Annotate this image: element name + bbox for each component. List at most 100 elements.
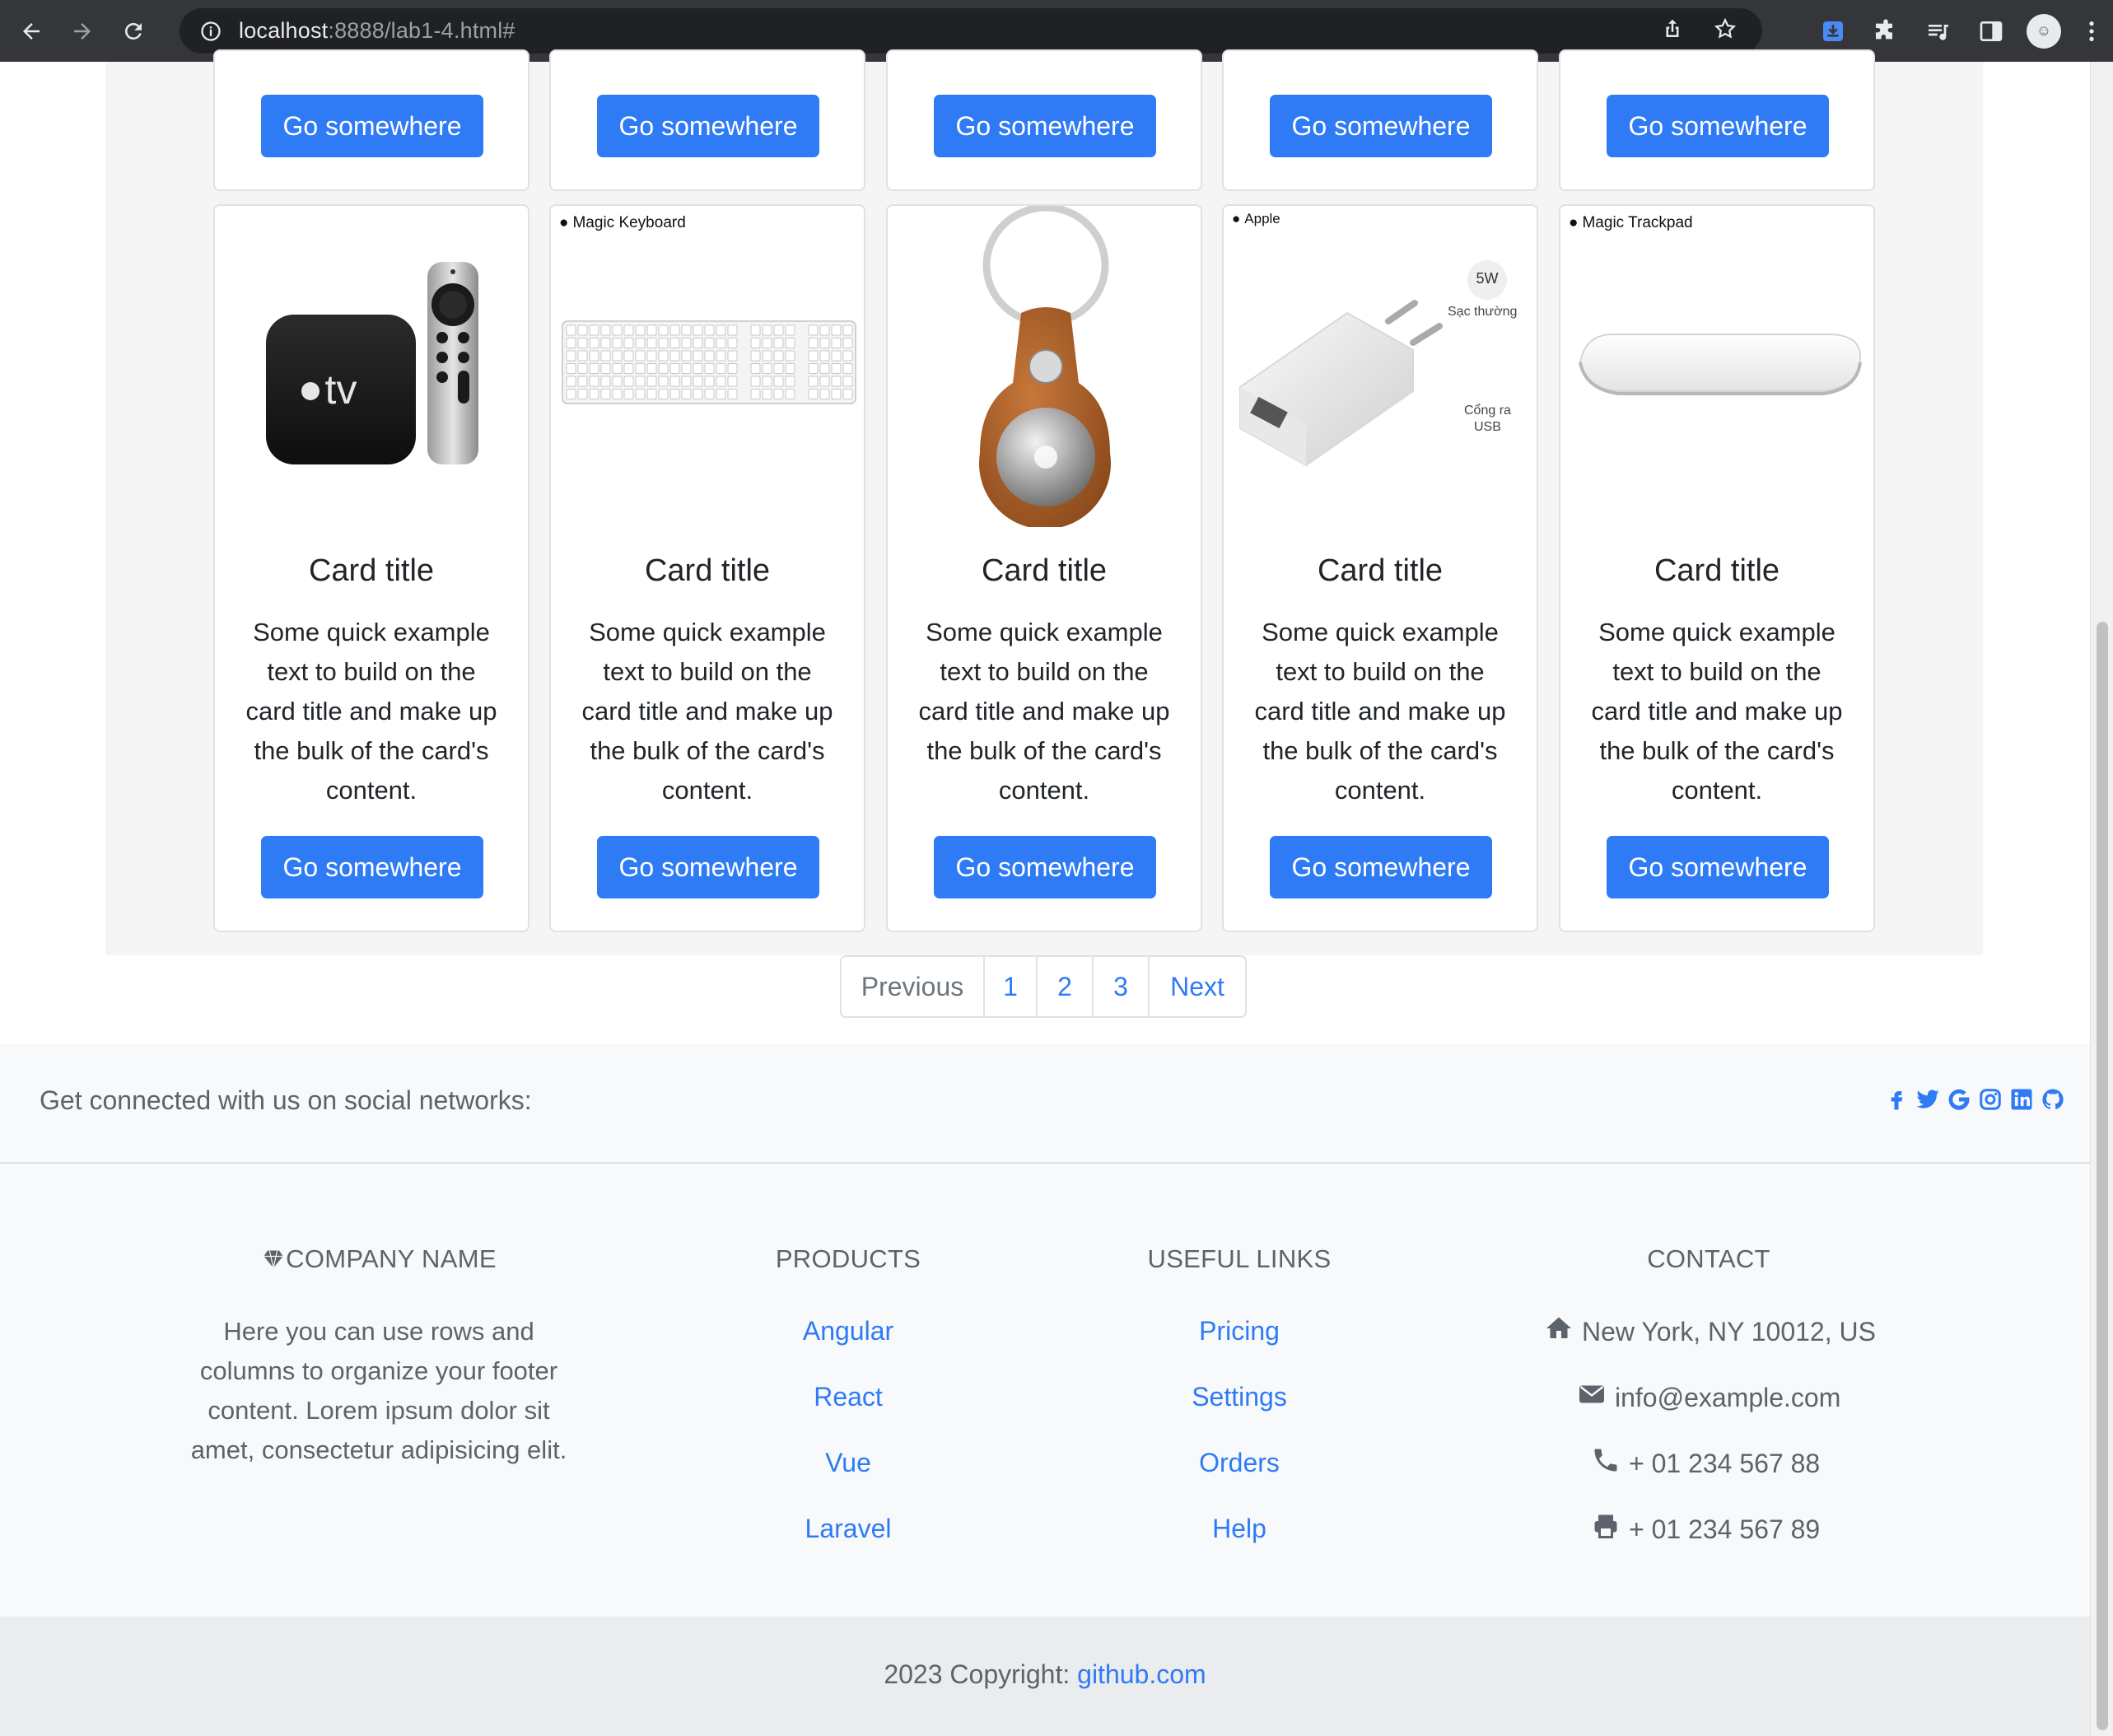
profile-avatar[interactable]: ☺ — [2017, 0, 2070, 62]
pagination-page-1[interactable]: 1 — [985, 957, 1038, 1016]
card-title: Card title — [1317, 553, 1444, 588]
go-somewhere-button[interactable]: Go somewhere — [934, 95, 1156, 157]
contact-heading: CONTACT — [1647, 1244, 1770, 1273]
card-title: Card title — [981, 553, 1108, 588]
facebook-icon[interactable] — [1884, 1084, 1909, 1115]
forward-icon[interactable] — [61, 10, 104, 53]
footer-link-angular[interactable]: Angular — [725, 1316, 972, 1346]
card-text: Some quick example text to build on the … — [245, 618, 497, 805]
info-icon[interactable] — [199, 20, 222, 43]
footer-link-settings[interactable]: Settings — [1116, 1382, 1363, 1412]
menu-icon[interactable] — [2070, 0, 2113, 62]
footer-link-laravel[interactable]: Laravel — [725, 1514, 972, 1544]
card-magic-keyboard: ● Magic Keyboard Card title Some quick ex… — [549, 204, 865, 932]
copyright-text: 2023 Copyright: github.com — [884, 1659, 1206, 1689]
card-usb-charger: 5W Sạc thường Cổng ra USB ● Apple Card ti… — [1222, 204, 1538, 932]
go-somewhere-button[interactable]: Go somewhere — [934, 836, 1156, 898]
phone-icon — [1591, 1445, 1621, 1482]
pagination-page-2[interactable]: 2 — [1038, 957, 1094, 1016]
go-somewhere-button[interactable]: Go somewhere — [597, 95, 819, 157]
go-somewhere-button[interactable]: Go somewhere — [597, 836, 819, 898]
side-panel-icon[interactable] — [1965, 0, 2017, 62]
footer-link-vue[interactable]: Vue — [725, 1448, 972, 1478]
charger-note-usb-line1: Cổng ra — [1464, 404, 1511, 418]
company-description: Here you can use rows and columns to org… — [190, 1317, 567, 1464]
airtag-image — [888, 203, 1201, 530]
bookmark-star-icon[interactable] — [1713, 16, 1738, 45]
footer-social-bar: Get connected with us on social networks… — [0, 1044, 2090, 1164]
card-text: Some quick example text to build on the … — [581, 618, 833, 805]
go-somewhere-button[interactable]: Go somewhere — [261, 95, 483, 157]
share-icon[interactable] — [1660, 16, 1685, 45]
card-apple-tv: tv Card title Some quick example text to… — [213, 204, 529, 932]
contact-fax: + 01 234 567 89 — [1591, 1511, 1820, 1547]
apple-label: ● Apple — [1232, 211, 1280, 226]
card-text: Some quick example text to build on the … — [1254, 618, 1506, 805]
apple-logo-icon: ● — [1569, 214, 1579, 231]
charger-badge: 5W — [1476, 270, 1499, 287]
go-somewhere-button[interactable]: Go somewhere — [261, 836, 483, 898]
contact-phone: + 01 234 567 88 — [1591, 1445, 1820, 1482]
github-icon[interactable] — [2041, 1084, 2065, 1115]
card-title: Card title — [308, 553, 435, 588]
home-icon — [1544, 1314, 1574, 1350]
pagination: Previous 1 2 3 Next — [840, 955, 1247, 1018]
charger-note-usb-line2: USB — [1474, 420, 1501, 434]
footer-link-pricing[interactable]: Pricing — [1116, 1316, 1363, 1346]
print-icon — [1591, 1511, 1621, 1547]
apple-logo-icon: ● — [1232, 211, 1241, 226]
twitter-icon[interactable] — [1915, 1084, 1940, 1115]
back-icon[interactable] — [10, 10, 53, 53]
card-top-5: Go somewhere — [1559, 49, 1875, 191]
go-somewhere-button[interactable]: Go somewhere — [1270, 95, 1492, 157]
card-airtag: Card title Some quick example text to bu… — [886, 203, 1202, 932]
envelope-icon — [1577, 1379, 1607, 1416]
charger-note-regular: Sạc thường — [1448, 305, 1518, 319]
social-icons — [1884, 1084, 2065, 1115]
magic-keyboard-label: ● Magic Keyboard — [559, 214, 686, 231]
linkedin-icon[interactable] — [2009, 1084, 2034, 1115]
google-icon[interactable] — [1947, 1084, 1971, 1115]
card-magic-trackpad: ● Magic Trackpad Card title Some quick ex… — [1559, 204, 1875, 932]
usb-charger-image: 5W Sạc thường Cổng ra USB ● Apple — [1224, 206, 1537, 527]
page-scrollbar[interactable] — [2090, 62, 2113, 1736]
footer-copyright-bar: 2023 Copyright: github.com — [0, 1617, 2090, 1736]
reload-icon[interactable] — [112, 10, 155, 53]
card-top-3: Go somewhere — [886, 49, 1202, 191]
svg-text:tv: tv — [325, 366, 357, 413]
card-top-4: Go somewhere — [1222, 49, 1538, 191]
pagination-previous[interactable]: Previous — [842, 957, 985, 1016]
card-title: Card title — [1654, 553, 1780, 588]
footer-link-help[interactable]: Help — [1116, 1514, 1363, 1544]
go-somewhere-button[interactable]: Go somewhere — [1607, 95, 1829, 157]
card-text: Some quick example text to build on the … — [1591, 618, 1843, 805]
card-top-1: Go somewhere — [213, 49, 529, 191]
contact-email: info@example.com — [1577, 1379, 1840, 1416]
address-bar[interactable]: localhost:8888/lab1-4.html# — [180, 8, 1762, 54]
apple-tv-image: tv — [215, 206, 528, 527]
footer-link-react[interactable]: React — [725, 1382, 972, 1412]
apple-logo-icon: ● — [559, 214, 569, 231]
pagination-next[interactable]: Next — [1150, 957, 1245, 1016]
go-somewhere-button[interactable]: Go somewhere — [1270, 836, 1492, 898]
social-text: Get connected with us on social networks… — [40, 1085, 532, 1115]
card-top-2: Go somewhere — [549, 49, 865, 191]
go-somewhere-button[interactable]: Go somewhere — [1607, 836, 1829, 898]
magic-trackpad-label: ● Magic Trackpad — [1569, 214, 1693, 231]
url-text: localhost:8888/lab1-4.html# — [239, 18, 515, 43]
products-heading: PRODUCTS — [775, 1244, 921, 1273]
card-text: Some quick example text to build on the … — [918, 618, 1170, 805]
company-heading: COMPANY NAME — [165, 1244, 593, 1274]
scrollbar-thumb[interactable] — [2097, 622, 2108, 1730]
media-icon[interactable] — [1912, 0, 1965, 62]
useful-links-heading: USEFUL LINKS — [1147, 1244, 1332, 1273]
magic-keyboard-image: ● Magic Keyboard — [551, 206, 864, 527]
gem-icon — [261, 1244, 286, 1274]
contact-address: New York, NY 10012, US — [1544, 1314, 1876, 1350]
footer-link-orders[interactable]: Orders — [1116, 1448, 1363, 1478]
pagination-page-3[interactable]: 3 — [1094, 957, 1150, 1016]
copyright-link[interactable]: github.com — [1077, 1659, 1206, 1689]
footer-main: COMPANY NAME Here you can use rows and c… — [0, 1164, 2090, 1617]
magic-trackpad-image: ● Magic Trackpad — [1560, 206, 1873, 527]
instagram-icon[interactable] — [1978, 1084, 2003, 1115]
